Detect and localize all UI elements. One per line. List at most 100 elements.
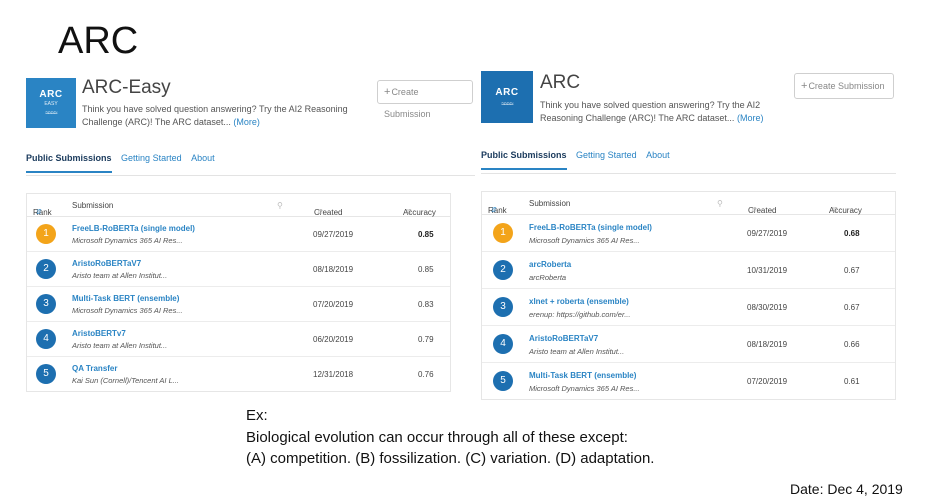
submission-name[interactable]: QA Transfer [72, 364, 118, 373]
submission-name[interactable]: AristoRoBERTaV7 [72, 259, 141, 268]
submission-org: Microsoft Dynamics 365 AI Res... [72, 306, 183, 315]
tab-public-submissions[interactable]: Public Submissions [26, 153, 112, 173]
create-submission-label: Create Submission [808, 81, 885, 91]
search-icon[interactable]: ⚲ [277, 201, 283, 210]
sort-icon: ⇵ [832, 207, 838, 214]
rank-badge: 3 [36, 294, 56, 314]
submission-org: Aristo team at Allen Institut... [72, 341, 168, 350]
table-row[interactable]: 5 Multi-Task BERT (ensemble) Microsoft D… [482, 363, 895, 399]
created-date: 08/30/2019 [747, 303, 788, 312]
leaderboard-description: Think you have solved question answering… [540, 99, 785, 125]
sort-icon: ⇵ [317, 209, 323, 216]
create-submission-label: Create Submission [384, 87, 431, 119]
example-options: (A) competition. (B) fossilization. (C) … [246, 450, 655, 467]
rank-badge: 2 [493, 260, 513, 280]
example-label: Ex: [246, 407, 268, 424]
leaderboard-title: ARC-Easy [82, 77, 171, 98]
submission-org: Aristo team at Allen Institut... [72, 271, 168, 280]
created-date: 07/20/2019 [313, 300, 354, 309]
created-date: 09/27/2019 [313, 230, 354, 239]
leaderboard-title: ARC [540, 72, 581, 93]
accuracy-value: 0.61 [844, 377, 860, 386]
sort-icon: ⇵ [491, 207, 497, 214]
more-link[interactable]: (More) [233, 117, 260, 127]
submission-column-header: Submission [72, 201, 114, 210]
created-date: 06/20/2019 [313, 335, 354, 344]
submission-org: Aristo team at Allen Institut... [529, 347, 625, 356]
sort-icon: ⇵ [406, 209, 412, 216]
rank-badge: 1 [36, 224, 56, 244]
created-date: 09/27/2019 [747, 229, 788, 238]
created-date: 08/18/2019 [747, 340, 788, 349]
accuracy-value: 0.68 [844, 229, 860, 238]
rank-badge: 3 [493, 297, 513, 317]
submission-name[interactable]: AristoBERTv7 [72, 329, 126, 338]
rank-badge: 5 [493, 371, 513, 391]
rank-badge: 1 [493, 223, 513, 243]
table-row[interactable]: 4 AristoBERTv7 Aristo team at Allen Inst… [27, 322, 450, 357]
created-date: 10/31/2019 [747, 266, 788, 275]
accuracy-value: 0.76 [418, 370, 434, 379]
submission-name[interactable]: xlnet + roberta (ensemble) [529, 297, 629, 306]
arc-easy-logo: ARC EASY ≈≈≈≈ [26, 78, 76, 128]
example-question: Ex: Biological evolution can occur throu… [246, 405, 654, 470]
table-row[interactable]: 5 QA Transfer Kai Sun (Cornell)/Tencent … [27, 357, 450, 391]
table-row[interactable]: 3 Multi-Task BERT (ensemble) Microsoft D… [27, 287, 450, 322]
accuracy-value: 0.79 [418, 335, 434, 344]
search-icon[interactable]: ⚲ [717, 199, 723, 208]
sort-icon: ⇵ [751, 207, 757, 214]
description-text: Think you have solved question answering… [540, 100, 761, 123]
table-row[interactable]: 3 xlnet + roberta (ensemble) erenup: htt… [482, 289, 895, 326]
accuracy-value: 0.67 [844, 266, 860, 275]
submission-name[interactable]: FreeLB-RoBERTa (single model) [529, 223, 652, 232]
logo-subtext: EASY [44, 101, 58, 107]
submission-org: Microsoft Dynamics 365 AI Res... [72, 236, 183, 245]
example-question-text: Biological evolution can occur through a… [246, 428, 628, 446]
table-row[interactable]: 1 FreeLB-RoBERTa (single model) Microsof… [482, 215, 895, 252]
table-header: Rank ⇵ Submission ⚲ Created ⇵ Accuracy ⇵ [482, 192, 895, 215]
table-header: Rank ⇵ Submission ⚲ Created ⇵ Accuracy ⇵ [27, 194, 450, 217]
wave-icon: ≈≈≈≈ [501, 101, 513, 108]
wave-icon: ≈≈≈≈ [45, 110, 57, 117]
tab-public-submissions[interactable]: Public Submissions [481, 150, 567, 170]
slide-date: Date: Dec 4, 2019 [790, 481, 903, 497]
submission-name[interactable]: FreeLB-RoBERTa (single model) [72, 224, 195, 233]
table-row[interactable]: 1 FreeLB-RoBERTa (single model) Microsof… [27, 217, 450, 252]
tab-about[interactable]: About [191, 153, 215, 171]
submission-column-header: Submission [529, 199, 571, 208]
arc-challenge-leaderboard: ARC ≈≈≈≈ ARC Think you have solved quest… [481, 67, 896, 400]
submission-name[interactable]: Multi-Task BERT (ensemble) [529, 371, 636, 380]
submission-name[interactable]: arcRoberta [529, 260, 571, 269]
tab-getting-started[interactable]: Getting Started [121, 153, 182, 171]
table-row[interactable]: 4 AristoRoBERTaV7 Aristo team at Allen I… [482, 326, 895, 363]
plus-icon: + [384, 86, 391, 98]
submission-org: arcRoberta [529, 273, 567, 282]
accuracy-value: 0.85 [418, 265, 434, 274]
submission-name[interactable]: Multi-Task BERT (ensemble) [72, 294, 179, 303]
description-text: Think you have solved question answering… [82, 104, 348, 127]
tab-about[interactable]: About [646, 150, 670, 168]
accuracy-value: 0.85 [418, 230, 434, 239]
create-submission-button[interactable]: +Create Submission [794, 73, 894, 99]
logo-text: ARC [495, 87, 519, 98]
submission-name[interactable]: AristoRoBERTaV7 [529, 334, 598, 343]
created-date: 12/31/2018 [313, 370, 354, 379]
leaderboard-tabs: Public Submissions Getting Started About [26, 153, 222, 173]
table-row[interactable]: 2 AristoRoBERTaV7 Aristo team at Allen I… [27, 252, 450, 287]
leaderboard-description: Think you have solved question answering… [82, 103, 364, 129]
created-date: 07/20/2019 [747, 377, 788, 386]
submission-org: erenup: https://github.com/er... [529, 310, 631, 319]
tab-getting-started[interactable]: Getting Started [576, 150, 637, 168]
slide-title: ARC [58, 20, 139, 62]
arc-logo: ARC ≈≈≈≈ [481, 71, 533, 123]
create-submission-button[interactable]: +Create Submission [377, 80, 473, 119]
table-row[interactable]: 2 arcRoberta arcRoberta 10/31/2019 0.67 [482, 252, 895, 289]
submission-org: Microsoft Dynamics 365 AI Res... [529, 236, 640, 245]
accuracy-value: 0.67 [844, 303, 860, 312]
leaderboard-tabs: Public Submissions Getting Started About [481, 150, 677, 170]
submissions-table: Rank ⇵ Submission ⚲ Created ⇵ Accuracy ⇵ 1 … [481, 191, 896, 400]
arc-easy-leaderboard: ARC EASY ≈≈≈≈ ARC-Easy Think you have so… [26, 72, 475, 392]
more-link[interactable]: (More) [737, 113, 764, 123]
rank-badge: 5 [36, 364, 56, 384]
sort-icon: ⇵ [36, 209, 42, 216]
